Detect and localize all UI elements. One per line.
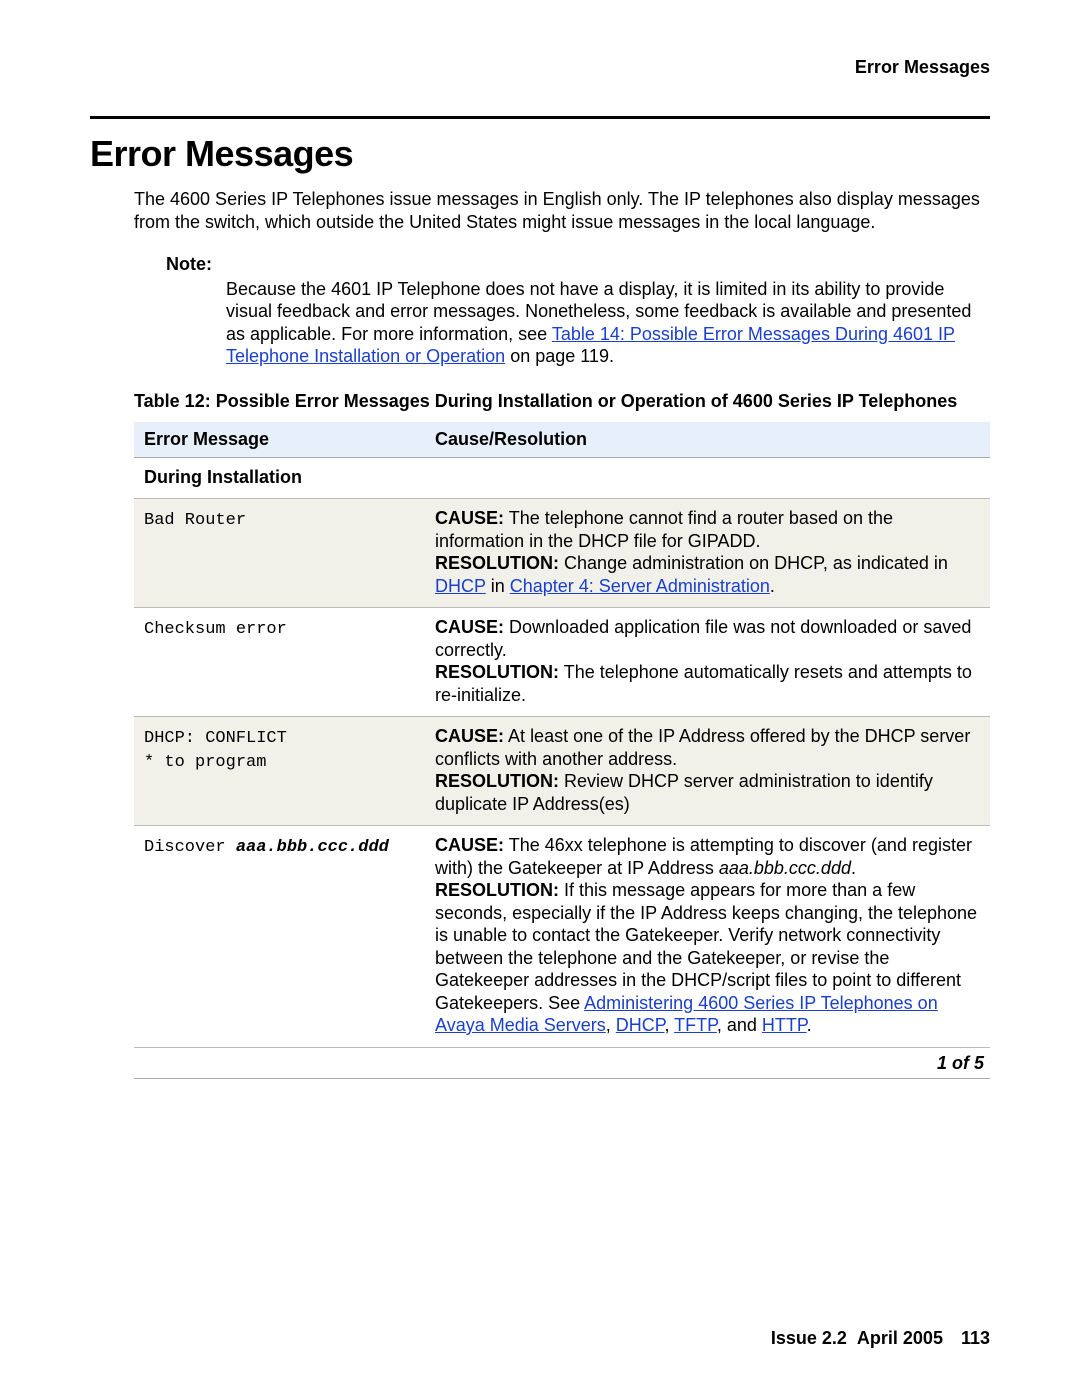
- table-row: Discover aaa.bbb.ccc.ddd CAUSE: The 46xx…: [134, 826, 990, 1048]
- sep: , and: [717, 1015, 762, 1035]
- table-page-indicator: 1 of 5: [134, 1048, 990, 1080]
- resolution-mid: in: [486, 576, 510, 596]
- link-tftp[interactable]: TFTP: [674, 1015, 717, 1035]
- cause-text: The telephone cannot find a router based…: [435, 508, 893, 551]
- note-body: Because the 4601 IP Telephone does not h…: [226, 278, 990, 368]
- cell-cause-resolution: CAUSE: Downloaded application file was n…: [425, 608, 990, 717]
- col-header-cause-resolution: Cause/Resolution: [425, 422, 990, 457]
- resolution-label: RESOLUTION:: [435, 880, 559, 900]
- resolution-label: RESOLUTION:: [435, 662, 559, 682]
- cause-label: CAUSE:: [435, 508, 504, 528]
- resolution-text-pre: Change administration on DHCP, as indica…: [559, 553, 948, 573]
- page-footer: Issue 2.2 April 2005 113: [771, 1327, 990, 1350]
- sep: ,: [606, 1015, 616, 1035]
- resolution-label: RESOLUTION:: [435, 771, 559, 791]
- section-label: During Installation: [134, 457, 990, 499]
- table-row: Checksum error CAUSE: Downloaded applica…: [134, 608, 990, 717]
- msg-bold-italic: aaa.bbb.ccc.ddd: [236, 838, 389, 857]
- cause-label: CAUSE:: [435, 726, 504, 746]
- error-message-text: Bad Router: [144, 511, 246, 530]
- footer-issue: Issue 2.2: [771, 1328, 847, 1348]
- resolution-text-post: .: [770, 576, 775, 596]
- cell-error-message: DHCP: CONFLICT * to program: [134, 717, 425, 826]
- link-http[interactable]: HTTP: [762, 1015, 807, 1035]
- error-message-text: DHCP: CONFLICT * to program: [144, 729, 287, 772]
- error-message-text: Checksum error: [144, 620, 287, 639]
- table-caption: Table 12: Possible Error Messages During…: [134, 390, 990, 413]
- cell-error-message: Bad Router: [134, 499, 425, 608]
- cell-error-message: Discover aaa.bbb.ccc.ddd: [134, 826, 425, 1048]
- error-messages-table: Error Message Cause/Resolution During In…: [134, 422, 990, 1048]
- resolution-text-post: .: [807, 1015, 812, 1035]
- running-head: Error Messages: [855, 56, 990, 79]
- cause-italic: aaa.bbb.ccc.ddd: [719, 858, 851, 878]
- intro-paragraph: The 4600 Series IP Telephones issue mess…: [134, 188, 990, 233]
- page-title: Error Messages: [90, 131, 990, 176]
- error-message-text: Discover aaa.bbb.ccc.ddd: [144, 838, 389, 857]
- cause-text-post: .: [851, 858, 856, 878]
- cause-text: Downloaded application file was not down…: [435, 617, 971, 660]
- cause-text-pre: The 46xx telephone is attempting to disc…: [435, 835, 972, 878]
- cell-cause-resolution: CAUSE: The 46xx telephone is attempting …: [425, 826, 990, 1048]
- table-row: Bad Router CAUSE: The telephone cannot f…: [134, 499, 990, 608]
- link-dhcp[interactable]: DHCP: [435, 576, 486, 596]
- link-dhcp[interactable]: DHCP: [616, 1015, 665, 1035]
- footer-date: April 2005: [857, 1328, 943, 1348]
- note-text-post: on page 119.: [505, 346, 614, 366]
- msg-pre: Discover: [144, 838, 236, 857]
- cause-label: CAUSE:: [435, 835, 504, 855]
- sep: ,: [664, 1015, 674, 1035]
- cause-label: CAUSE:: [435, 617, 504, 637]
- section-row-during-installation: During Installation: [134, 457, 990, 499]
- col-header-error-message: Error Message: [134, 422, 425, 457]
- note-label: Note:: [166, 253, 990, 276]
- cell-cause-resolution: CAUSE: At least one of the IP Address of…: [425, 717, 990, 826]
- note-block: Note: Because the 4601 IP Telephone does…: [166, 253, 990, 368]
- footer-page-number: 113: [961, 1328, 990, 1348]
- table-row: DHCP: CONFLICT * to program CAUSE: At le…: [134, 717, 990, 826]
- table-header-row: Error Message Cause/Resolution: [134, 422, 990, 457]
- document-page: Error Messages Error Messages The 4600 S…: [0, 0, 1080, 1397]
- resolution-label: RESOLUTION:: [435, 553, 559, 573]
- link-chapter4[interactable]: Chapter 4: Server Administration: [510, 576, 770, 596]
- cause-text: At least one of the IP Address offered b…: [435, 726, 970, 769]
- top-rule: [90, 116, 990, 119]
- cell-error-message: Checksum error: [134, 608, 425, 717]
- cell-cause-resolution: CAUSE: The telephone cannot find a route…: [425, 499, 990, 608]
